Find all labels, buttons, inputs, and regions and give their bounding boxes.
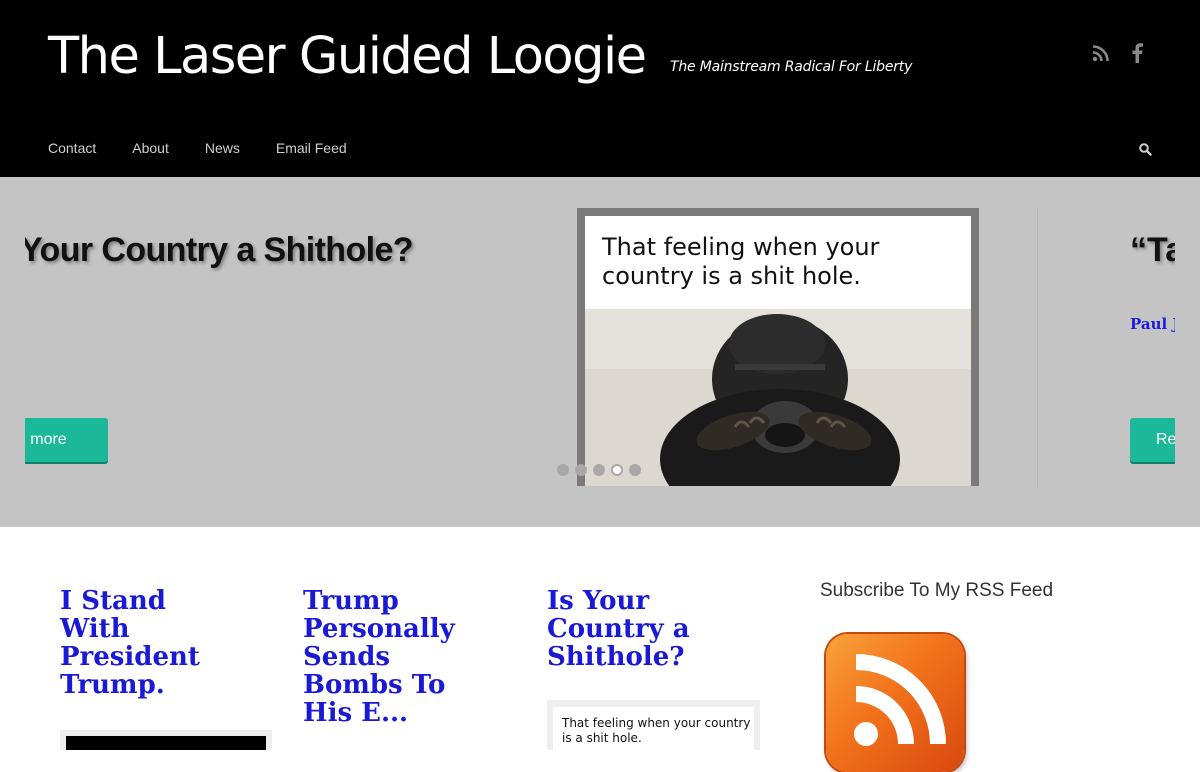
nav-contact[interactable]: Contact [48, 140, 96, 156]
nav-email-feed[interactable]: Email Feed [276, 140, 347, 156]
meme-image: That feeling when your country is a shit… [585, 216, 971, 486]
featured-slider: Your Country a Shithole? ad more That fe… [0, 177, 1200, 527]
widget-title: Subscribe To My RSS Feed [820, 580, 1054, 601]
gorilla-photo [585, 309, 971, 486]
slider-dot[interactable] [593, 464, 605, 476]
slider-dot[interactable] [557, 464, 569, 476]
meme-caption: That feeling when your country is a shit… [602, 233, 880, 290]
magnifier-glyph [1139, 143, 1152, 156]
slider-right-edge [1175, 177, 1200, 527]
main-nav: Contact About News Email Feed [48, 140, 347, 156]
rss-feed-glyph [854, 654, 946, 746]
slider-dot[interactable] [629, 464, 641, 476]
rss-icon[interactable] [1090, 42, 1112, 64]
search-icon[interactable] [1137, 141, 1155, 159]
thumbnail-image [66, 736, 266, 750]
slider-left-edge [0, 177, 25, 527]
slider-pagination [557, 464, 641, 476]
slider-dot[interactable] [575, 464, 587, 476]
thumbnail-image: That feeling when your country is a shit… [553, 707, 754, 757]
nav-news[interactable]: News [205, 140, 240, 156]
facebook-icon-glyph [1132, 43, 1143, 63]
post-thumbnail[interactable] [60, 730, 272, 750]
thumbnail-caption: That feeling when your country is a shit… [562, 716, 751, 745]
site-header: The Laser Guided Loogie The Mainstream R… [0, 0, 1200, 177]
post-title[interactable]: Is Your Country a Shithole? [547, 587, 732, 671]
post-title[interactable]: I Stand With President Trump. [60, 587, 240, 699]
slide-divider [1037, 208, 1038, 488]
site-title[interactable]: The Laser Guided Loogie [48, 26, 647, 87]
post-title[interactable]: Trump Personally Sends Bombs To His E... [303, 587, 488, 727]
site-tagline: The Mainstream Radical For Liberty [670, 59, 913, 75]
nav-about[interactable]: About [132, 140, 169, 156]
facebook-icon[interactable] [1126, 42, 1148, 64]
slider-dot-active[interactable] [611, 464, 623, 476]
rss-feed-icon[interactable] [826, 634, 964, 772]
gorilla-illustration [585, 309, 971, 486]
rss-icon-glyph [1092, 45, 1109, 62]
slide-title[interactable]: Your Country a Shithole? [20, 231, 414, 270]
post-thumbnail[interactable]: That feeling when your country is a shit… [547, 700, 760, 757]
slide-image[interactable]: That feeling when your country is a shit… [577, 208, 979, 486]
